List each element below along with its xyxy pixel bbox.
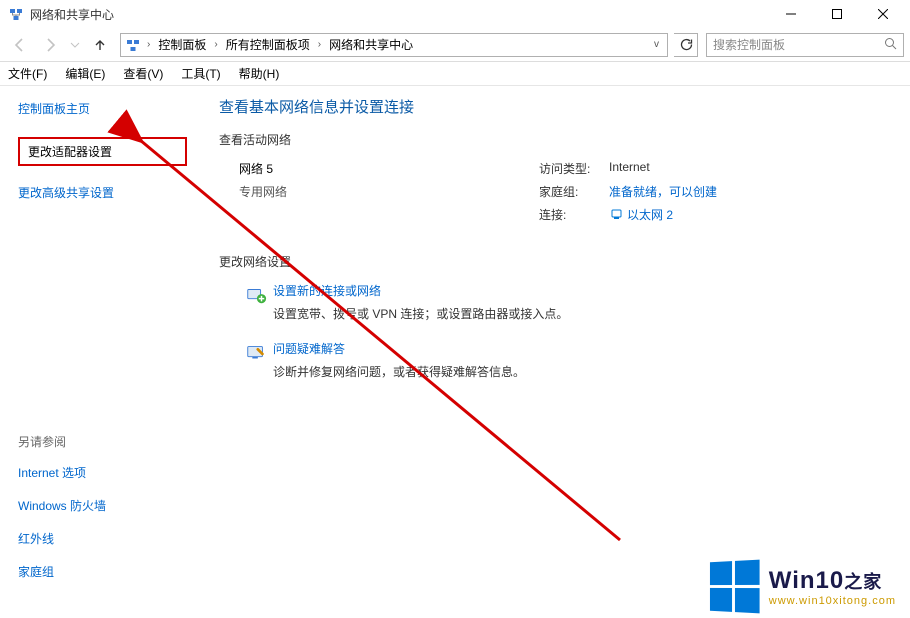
search-icon[interactable] <box>884 37 897 53</box>
menu-tools[interactable]: 工具(T) <box>179 63 222 84</box>
menu-edit[interactable]: 编辑(E) <box>63 63 107 84</box>
menu-view[interactable]: 查看(V) <box>121 63 165 84</box>
kv-connection-link[interactable]: 以太网 2 <box>609 206 673 223</box>
windows-logo-icon <box>710 560 760 614</box>
control-panel-home-link[interactable]: 控制面板主页 <box>18 100 187 117</box>
chevron-right-icon[interactable]: › <box>314 39 325 50</box>
see-also-windows-firewall[interactable]: Windows 防火墙 <box>18 497 187 514</box>
search-input[interactable]: 搜索控制面板 <box>706 33 904 57</box>
network-center-icon <box>125 37 141 53</box>
network-center-icon <box>8 6 24 22</box>
ethernet-icon <box>609 208 623 222</box>
minimize-button[interactable] <box>768 0 814 28</box>
see-also: 另请参阅 Internet 选项 Windows 防火墙 红外线 家庭组 <box>18 433 187 604</box>
titlebar: 网络和共享中心 <box>0 0 910 28</box>
kv-access-label: 访问类型: <box>539 160 609 177</box>
change-network-settings-label: 更改网络设置 <box>219 253 890 270</box>
menubar: 文件(F) 编辑(E) 查看(V) 工具(T) 帮助(H) <box>0 62 910 86</box>
setup-new-connection-block: 设置新的连接或网络 设置宽带、拨号或 VPN 连接；或设置路由器或接入点。 <box>239 282 890 322</box>
left-pane: 控制面板主页 更改适配器设置 更改高级共享设置 另请参阅 Internet 选项… <box>0 86 205 618</box>
active-network-block: 网络 5 专用网络 访问类型: Internet 家庭组: 准备就绪，可以创建 … <box>239 160 890 229</box>
see-also-internet-options[interactable]: Internet 选项 <box>18 464 187 481</box>
address-bar[interactable]: › 控制面板 › 所有控制面板项 › 网络和共享中心 v <box>120 33 668 57</box>
watermark-url: www.win10xitong.com <box>769 595 896 607</box>
active-networks-label: 查看活动网络 <box>219 131 890 148</box>
maximize-button[interactable] <box>814 0 860 28</box>
watermark-brand: Win10之家 <box>769 567 896 595</box>
see-also-homegroup[interactable]: 家庭组 <box>18 563 187 580</box>
kv-connection-value: 以太网 2 <box>627 208 673 222</box>
back-button[interactable] <box>6 31 34 59</box>
main-pane: 查看基本网络信息并设置连接 查看活动网络 网络 5 专用网络 访问类型: Int… <box>205 86 910 618</box>
change-adapter-settings-label: 更改适配器设置 <box>28 145 112 159</box>
change-adapter-settings-link[interactable]: 更改适配器设置 <box>18 137 187 166</box>
recent-dropdown[interactable] <box>66 31 84 59</box>
see-also-infrared[interactable]: 红外线 <box>18 530 187 547</box>
troubleshoot-link[interactable]: 问题疑难解答 <box>273 340 525 357</box>
kv-connection-label: 连接: <box>539 206 609 223</box>
page-heading: 查看基本网络信息并设置连接 <box>219 96 890 117</box>
chevron-right-icon[interactable]: › <box>210 39 221 50</box>
breadcrumb-all-items[interactable]: 所有控制面板项 <box>224 36 312 53</box>
content-area: 控制面板主页 更改适配器设置 更改高级共享设置 另请参阅 Internet 选项… <box>0 86 910 618</box>
window-controls <box>768 0 906 28</box>
chevron-down-icon[interactable]: v <box>650 39 663 50</box>
network-name: 网络 5 <box>239 160 539 177</box>
troubleshoot-icon <box>239 340 273 380</box>
kv-access-value: Internet <box>609 160 650 177</box>
chevron-right-icon[interactable]: › <box>143 39 154 50</box>
setup-new-connection-link[interactable]: 设置新的连接或网络 <box>273 282 568 299</box>
up-button[interactable] <box>86 31 114 59</box>
breadcrumb-network-center[interactable]: 网络和共享中心 <box>327 36 415 53</box>
setup-new-connection-desc: 设置宽带、拨号或 VPN 连接；或设置路由器或接入点。 <box>273 305 568 322</box>
troubleshoot-desc: 诊断并修复网络问题，或者获得疑难解答信息。 <box>273 363 525 380</box>
menu-help[interactable]: 帮助(H) <box>237 63 282 84</box>
forward-button[interactable] <box>36 31 64 59</box>
nav-row: › 控制面板 › 所有控制面板项 › 网络和共享中心 v 搜索控制面板 <box>0 28 910 62</box>
search-placeholder: 搜索控制面板 <box>713 36 785 53</box>
kv-homegroup-label: 家庭组: <box>539 183 609 200</box>
breadcrumb-control-panel[interactable]: 控制面板 <box>156 36 208 53</box>
window-title: 网络和共享中心 <box>30 6 768 23</box>
refresh-button[interactable] <box>674 33 698 57</box>
close-button[interactable] <box>860 0 906 28</box>
see-also-title: 另请参阅 <box>18 433 187 450</box>
network-type: 专用网络 <box>239 183 539 200</box>
setup-connection-icon <box>239 282 273 322</box>
kv-homegroup-link[interactable]: 准备就绪，可以创建 <box>609 183 717 200</box>
troubleshoot-block: 问题疑难解答 诊断并修复网络问题，或者获得疑难解答信息。 <box>239 340 890 380</box>
watermark: Win10之家 www.win10xitong.com <box>708 561 896 612</box>
menu-file[interactable]: 文件(F) <box>6 63 49 84</box>
change-advanced-sharing-link[interactable]: 更改高级共享设置 <box>18 184 187 201</box>
